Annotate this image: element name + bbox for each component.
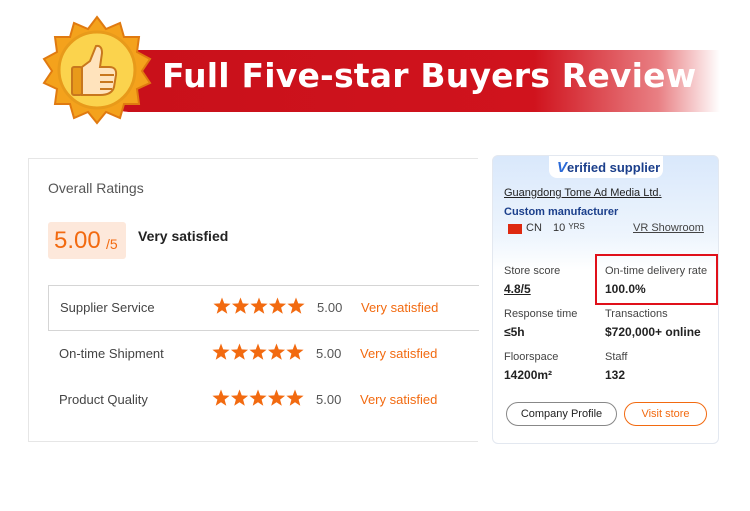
star-icon (213, 297, 231, 314)
rating-row-label: On-time Shipment (59, 346, 164, 361)
star-icon (268, 297, 287, 314)
thumbs-up-icon (42, 15, 152, 125)
years-number: 10 (553, 222, 566, 234)
staff-label: Staff (605, 351, 628, 363)
company-name-link[interactable]: Guangdong Tome Ad Media Ltd. (504, 187, 662, 199)
supplier-card: Verified supplier Guangdong Tome Ad Medi… (492, 155, 719, 444)
rating-row-score: 5.00 (317, 300, 343, 315)
verified-v: V (557, 159, 568, 176)
star-rating (212, 389, 304, 406)
overall-score-badge: 5.00 /5 (48, 222, 126, 259)
star-rating (212, 343, 304, 360)
star-icon (286, 343, 304, 360)
star-icon (249, 343, 267, 360)
ratings-panel: Overall Ratings 5.00 /5 Very satisfied S… (28, 158, 479, 442)
banner-title: Full Five-star Buyers Review (162, 56, 697, 95)
country-code: CN (526, 222, 542, 234)
star-icon (212, 343, 230, 360)
company-profile-button[interactable]: Company Profile (506, 402, 617, 426)
vr-showroom-link[interactable]: VR Showroom (633, 222, 704, 234)
rating-row-satisfaction: Very satisfied (360, 346, 438, 361)
verified-text: erified supplier (567, 160, 661, 175)
response-time-value: ≤5h (504, 325, 525, 339)
rating-row-satisfaction: Very satisfied (361, 300, 439, 315)
star-icon (287, 297, 305, 314)
star-icon (250, 297, 268, 314)
star-icon (267, 389, 286, 406)
store-score-value[interactable]: 4.8/5 (504, 282, 531, 296)
years-unit: YRS (568, 222, 585, 231)
floorspace-label: Floorspace (504, 351, 559, 363)
star-icon (231, 297, 250, 314)
company-type: Custom manufacturer (504, 206, 619, 218)
rating-row-supplier-service: Supplier Service 5.00 Very satisfied (48, 285, 479, 331)
star-icon (230, 389, 249, 406)
overall-score: 5.00 (54, 227, 101, 254)
rating-row-label: Product Quality (59, 392, 148, 407)
rating-row-label: Supplier Service (60, 300, 155, 315)
visit-store-button[interactable]: Visit store (624, 402, 707, 426)
star-rating (213, 297, 305, 314)
overall-satisfaction-label: Very satisfied (138, 228, 229, 244)
star-icon (230, 343, 249, 360)
floorspace-value: 14200m² (504, 368, 553, 382)
rating-row-score: 5.00 (316, 392, 342, 407)
response-time-label: Response time (504, 308, 578, 320)
ratings-heading: Overall Ratings (48, 180, 144, 196)
verified-supplier-badge: Verified supplier (549, 156, 663, 178)
star-icon (212, 389, 230, 406)
overall-score-denominator: /5 (106, 236, 118, 252)
rating-row-satisfaction: Very satisfied (360, 392, 438, 407)
rating-row-on-time-shipment: On-time Shipment 5.00 Very satisfied (48, 332, 478, 376)
years-in-business: 10 YRS (553, 222, 585, 234)
rating-row-product-quality: Product Quality 5.00 Very satisfied (48, 378, 478, 422)
china-flag-icon (508, 224, 522, 234)
star-icon (267, 343, 286, 360)
transactions-label: Transactions (605, 308, 668, 320)
star-icon (286, 389, 304, 406)
rating-row-score: 5.00 (316, 346, 342, 361)
staff-value: 132 (605, 368, 626, 382)
store-score-label: Store score (504, 265, 561, 277)
delivery-rate-highlight (595, 254, 718, 305)
transactions-value: $720,000+ online (605, 325, 701, 339)
star-icon (249, 389, 267, 406)
